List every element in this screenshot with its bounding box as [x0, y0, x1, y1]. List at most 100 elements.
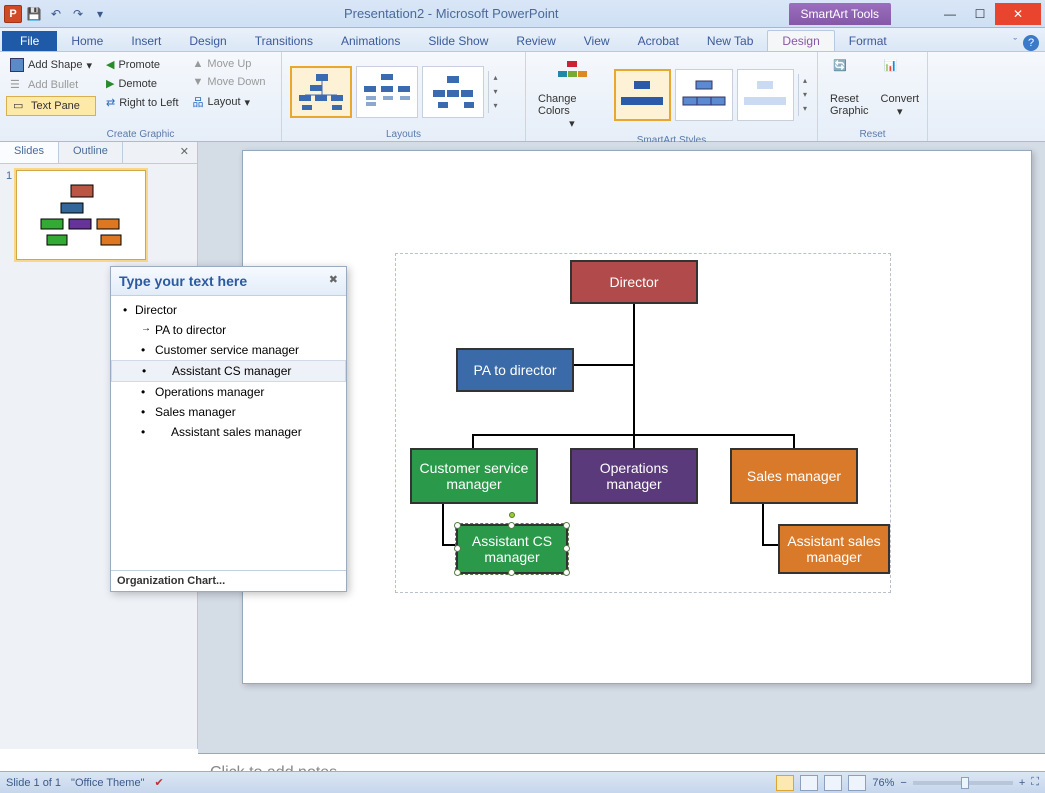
text-pane-close-icon[interactable]: ✖	[329, 273, 338, 289]
more-icon[interactable]: ▾	[799, 102, 811, 116]
view-reading-button[interactable]	[824, 775, 842, 791]
org-sales[interactable]: Sales manager	[730, 448, 858, 504]
text-pane-popup[interactable]: Type your text here✖ Director PA to dire…	[110, 266, 347, 592]
org-acsm-selected[interactable]: Assistant CS manager	[456, 524, 568, 574]
move-down-button: ▼Move Down	[189, 74, 270, 90]
change-colors-button[interactable]: Change Colors ▾	[532, 55, 612, 134]
quick-access-toolbar: P 💾 ↶ ↷ ▾	[0, 4, 114, 24]
promote-button[interactable]: ◀Promote	[102, 56, 183, 73]
tab-design[interactable]: Design	[175, 31, 240, 51]
org-pa[interactable]: PA to director	[456, 348, 574, 392]
status-slide: Slide 1 of 1	[6, 777, 61, 789]
tp-item[interactable]: Director	[111, 300, 346, 320]
tp-item[interactable]: Assistant sales manager	[111, 422, 346, 442]
org-ops[interactable]: Operations manager	[570, 448, 698, 504]
text-pane-footer[interactable]: Organization Chart...	[111, 570, 346, 591]
text-pane-button[interactable]: ▭Text Pane	[6, 96, 96, 116]
change-colors-icon	[556, 59, 588, 91]
tp-item[interactable]: Operations manager	[111, 382, 346, 402]
zoom-out-button[interactable]: −	[900, 777, 906, 789]
tab-acrobat[interactable]: Acrobat	[624, 31, 693, 51]
styles-scroll[interactable]: ▴▾▾	[798, 74, 811, 116]
add-shape-button[interactable]: Add Shape ▾	[6, 56, 96, 74]
tab-slideshow[interactable]: Slide Show	[414, 31, 502, 51]
ribbon: Add Shape ▾ ☰Add Bullet ▭Text Pane ◀Prom…	[0, 52, 1045, 142]
layout-button[interactable]: 品Layout ▾	[189, 92, 270, 112]
tab-newtab[interactable]: New Tab	[693, 31, 767, 51]
tab-smartart-format[interactable]: Format	[835, 31, 901, 51]
more-icon[interactable]: ▾	[489, 99, 502, 113]
org-director[interactable]: Director	[570, 260, 698, 304]
style-thumb-1[interactable]	[614, 69, 672, 121]
help-icon[interactable]: ?	[1023, 35, 1039, 51]
group-label-reset: Reset	[824, 128, 921, 141]
tp-item[interactable]: Sales manager	[111, 402, 346, 422]
close-pane-icon[interactable]: ✕	[172, 142, 197, 163]
tab-review[interactable]: Review	[502, 31, 569, 51]
app-icon[interactable]: P	[4, 5, 22, 23]
tab-insert[interactable]: Insert	[117, 31, 175, 51]
tp-item[interactable]: Customer service manager	[111, 340, 346, 360]
group-label-layouts: Layouts	[288, 128, 519, 141]
view-sorter-button[interactable]	[800, 775, 818, 791]
tp-item[interactable]: PA to director	[111, 320, 346, 340]
maximize-button[interactable]: ☐	[965, 3, 995, 25]
view-slideshow-button[interactable]	[848, 775, 866, 791]
spellcheck-icon[interactable]: ✔	[154, 776, 163, 789]
zoom-in-button[interactable]: +	[1019, 777, 1025, 789]
add-shape-icon	[10, 58, 24, 72]
slide-thumbnail-1[interactable]	[16, 170, 146, 260]
tab-animations[interactable]: Animations	[327, 31, 414, 51]
minimize-ribbon-icon[interactable]: ˇ	[1013, 37, 1017, 49]
rtl-button[interactable]: ⇄Right to Left	[102, 94, 183, 111]
tab-outline[interactable]: Outline	[59, 142, 123, 163]
tp-item-selected[interactable]: Assistant CS manager	[111, 360, 346, 382]
rtl-icon: ⇄	[106, 96, 115, 109]
tab-slides[interactable]: Slides	[0, 142, 59, 163]
fit-window-button[interactable]: ⛶	[1031, 776, 1039, 789]
view-normal-button[interactable]	[776, 775, 794, 791]
layouts-scroll[interactable]: ▴▾▾	[488, 71, 502, 113]
style-thumb-2[interactable]	[675, 69, 732, 121]
zoom-level[interactable]: 76%	[872, 777, 894, 789]
org-asm[interactable]: Assistant sales manager	[778, 524, 890, 574]
style-thumb-3[interactable]	[737, 69, 794, 121]
reset-graphic-button[interactable]: 🔄Reset Graphic	[824, 55, 875, 121]
qat-dropdown-icon[interactable]: ▾	[90, 4, 110, 24]
redo-icon[interactable]: ↷	[68, 4, 88, 24]
zoom-thumb[interactable]	[961, 777, 969, 789]
org-csm[interactable]: Customer service manager	[410, 448, 538, 504]
bullet-icon: ☰	[10, 78, 24, 92]
zoom-slider[interactable]	[913, 781, 1013, 785]
tab-transitions[interactable]: Transitions	[241, 31, 327, 51]
minimize-button[interactable]: —	[935, 3, 965, 25]
convert-button[interactable]: 📊Convert ▾	[875, 55, 926, 122]
demote-icon: ▶	[106, 77, 114, 90]
chevron-up-icon[interactable]: ▴	[799, 74, 811, 88]
rotate-handle-icon[interactable]	[509, 512, 515, 518]
move-up-button: ▲Move Up	[189, 56, 270, 72]
smartart-frame[interactable]: Director PA to director Customer service…	[395, 253, 891, 593]
chevron-up-icon[interactable]: ▴	[489, 71, 502, 85]
tab-view[interactable]: View	[570, 31, 624, 51]
layout-icon: 品	[193, 94, 204, 110]
add-bullet-button: ☰Add Bullet	[6, 76, 96, 94]
chevron-down-icon[interactable]: ▾	[799, 88, 811, 102]
undo-icon[interactable]: ↶	[46, 4, 66, 24]
up-icon: ▲	[193, 58, 204, 70]
title-bar: P 💾 ↶ ↷ ▾ Presentation2 - Microsoft Powe…	[0, 0, 1045, 28]
close-button[interactable]: ✕	[995, 3, 1041, 25]
chevron-down-icon[interactable]: ▾	[489, 85, 502, 99]
tab-home[interactable]: Home	[57, 31, 117, 51]
demote-button[interactable]: ▶Demote	[102, 75, 183, 92]
layout-thumb-2[interactable]	[356, 66, 418, 118]
tab-file[interactable]: File	[2, 31, 57, 51]
tab-smartart-design[interactable]: Design	[767, 30, 834, 51]
slide-canvas[interactable]: Director PA to director Customer service…	[242, 150, 1032, 684]
save-icon[interactable]: 💾	[24, 4, 44, 24]
promote-icon: ◀	[106, 58, 114, 71]
layout-thumb-1[interactable]	[290, 66, 352, 118]
layout-thumb-3[interactable]	[422, 66, 484, 118]
text-pane-list[interactable]: Director PA to director Customer service…	[111, 296, 346, 446]
window-title: Presentation2 - Microsoft PowerPoint	[114, 6, 789, 21]
